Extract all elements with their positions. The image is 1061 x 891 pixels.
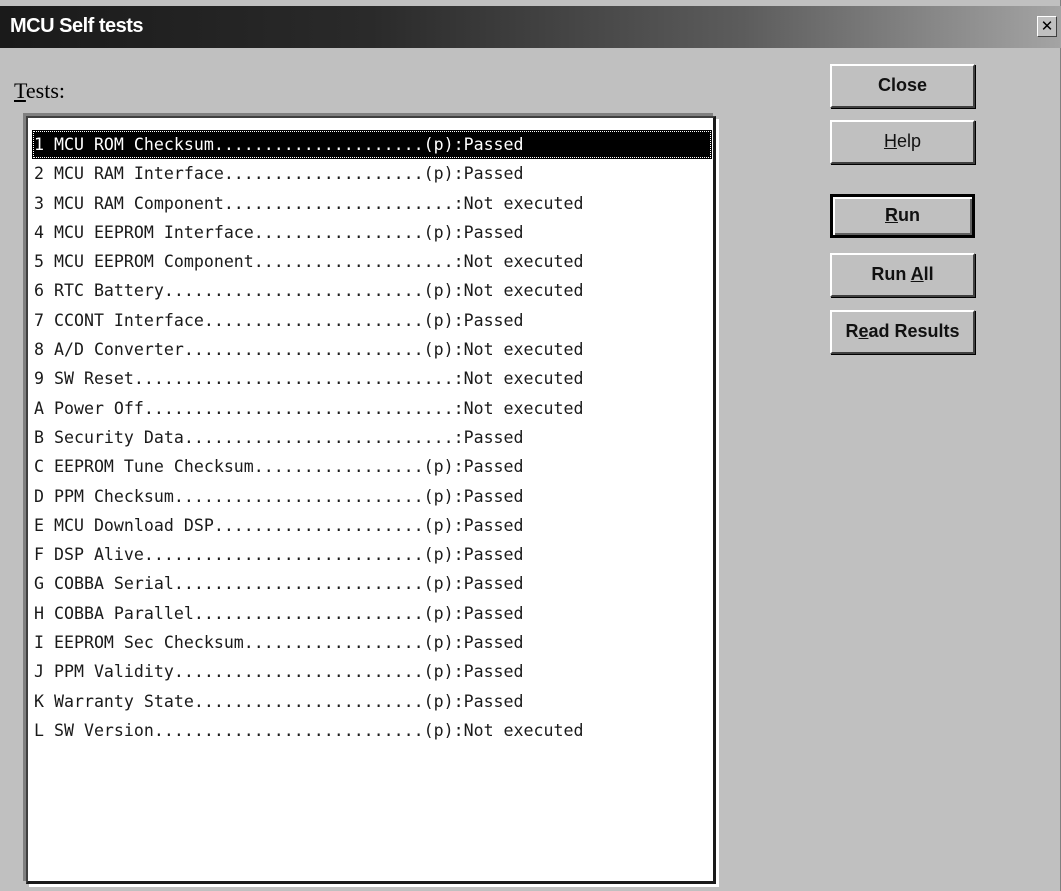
run-label-after: un (898, 205, 920, 225)
test-list-item[interactable]: E MCU Download DSP.....................(… (32, 511, 712, 540)
read-results-label-mnemonic: e (858, 321, 869, 341)
read-results-button[interactable]: Read Results (830, 310, 975, 354)
test-list-item[interactable]: 5 MCU EEPROM Component..................… (32, 247, 712, 276)
help-label-after: elp (896, 131, 922, 151)
close-label-before: Close (877, 75, 928, 95)
tests-label: Tests: (14, 78, 65, 104)
test-list-item[interactable]: 3 MCU RAM Component.....................… (32, 189, 712, 218)
test-list-item[interactable]: L SW Version...........................(… (32, 716, 712, 745)
test-list-item[interactable]: C EEPROM Tune Checksum.................(… (32, 452, 712, 481)
tests-label-after: ests: (25, 78, 66, 103)
test-list-item[interactable]: K Warranty State.......................(… (32, 687, 712, 716)
title-bar[interactable]: MCU Self tests ✕ (0, 6, 1061, 48)
test-list-item[interactable]: I EEPROM Sec Checksum..................(… (32, 628, 712, 657)
test-list-item[interactable]: G COBBA Serial.........................(… (32, 569, 712, 598)
run-all-label-before: Run (871, 264, 911, 284)
test-list-item[interactable]: D PPM Checksum.........................(… (32, 482, 712, 511)
tests-listbox[interactable]: 1 MCU ROM Checksum.....................(… (26, 116, 716, 884)
help-button[interactable]: Help (830, 120, 975, 164)
test-list-item[interactable]: F DSP Alive............................(… (32, 540, 712, 569)
run-all-label-after: ll (923, 264, 934, 284)
test-list-item[interactable]: 9 SW Reset..............................… (32, 364, 712, 393)
test-list-item[interactable]: B Security Data.........................… (32, 423, 712, 452)
test-list-item[interactable]: A Power Off.............................… (32, 394, 712, 423)
help-label-mnemonic: H (883, 131, 897, 151)
test-list-item[interactable]: 1 MCU ROM Checksum.....................(… (32, 130, 712, 160)
mcu-self-tests-dialog: MCU Self tests ✕ Tests: 1 MCU ROM Checks… (0, 0, 1061, 891)
close-button[interactable]: Close (830, 64, 975, 108)
tests-label-mnemonic: T (14, 78, 26, 103)
test-list-item[interactable]: 8 A/D Converter........................(… (32, 335, 712, 364)
run-button[interactable]: Run (830, 194, 975, 238)
run-all-button[interactable]: Run All (830, 253, 975, 297)
read-results-label-after: ad Results (868, 321, 960, 341)
test-list-item[interactable]: H COBBA Parallel.......................(… (32, 599, 712, 628)
run-all-label-mnemonic: A (910, 264, 924, 284)
read-results-label-before: R (845, 321, 859, 341)
test-list-item[interactable]: J PPM Validity.........................(… (32, 657, 712, 686)
test-list-item[interactable]: 6 RTC Battery..........................(… (32, 276, 712, 305)
test-list-item[interactable]: 2 MCU RAM Interface....................(… (32, 159, 712, 188)
tests-list: 1 MCU ROM Checksum.....................(… (32, 130, 712, 745)
test-list-item[interactable]: 7 CCONT Interface......................(… (32, 306, 712, 335)
close-icon[interactable]: ✕ (1037, 16, 1057, 37)
test-list-item[interactable]: 4 MCU EEPROM Interface.................(… (32, 218, 712, 247)
window-title: MCU Self tests (10, 15, 144, 37)
run-label-mnemonic: R (885, 205, 898, 225)
